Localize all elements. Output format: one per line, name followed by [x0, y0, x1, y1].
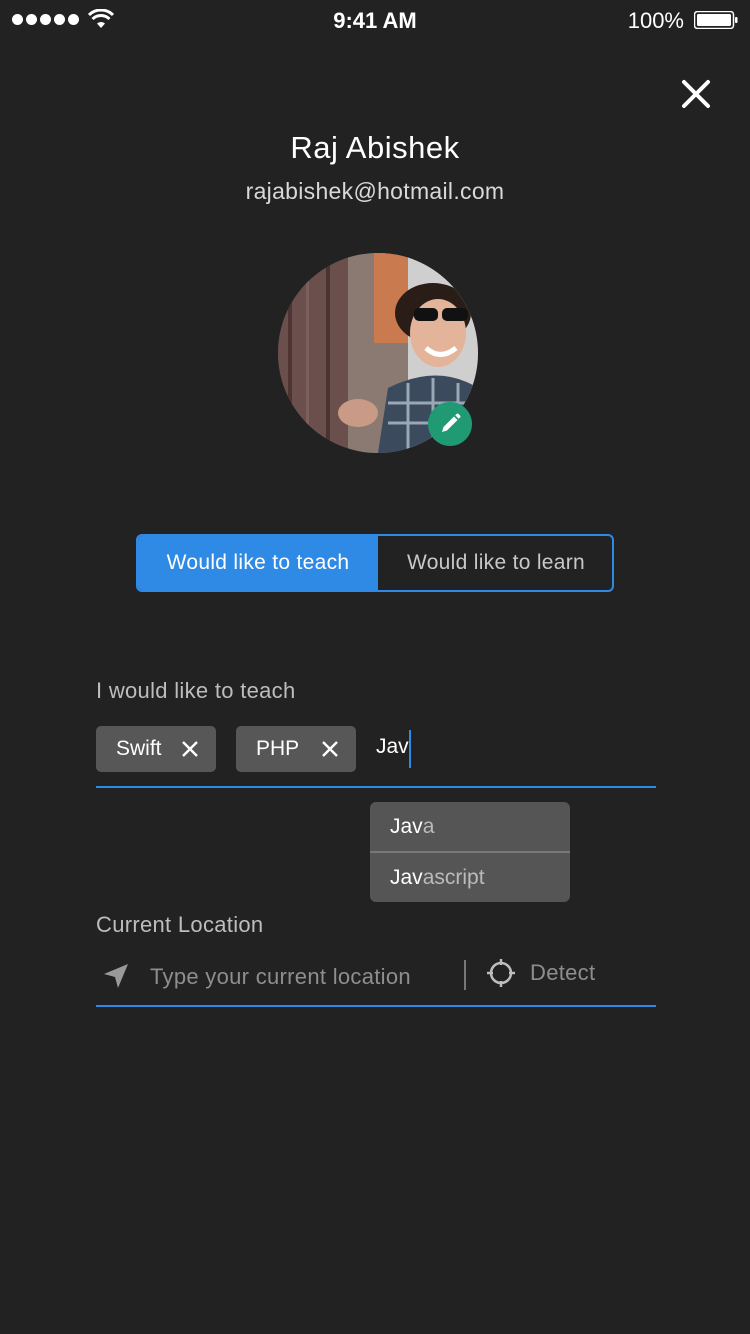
suggestion-match-text: Jav	[390, 814, 423, 838]
suggestion-dropdown: Jav a Jav ascript	[370, 802, 570, 902]
location-section-label: Current Location	[96, 912, 264, 937]
suggestion-rest-text: ascript	[422, 865, 485, 889]
detect-location-button[interactable]: Detect	[486, 958, 595, 988]
skill-input-underline	[96, 786, 656, 788]
text-caret	[409, 730, 411, 768]
detect-label: Detect	[530, 960, 596, 985]
divider	[464, 960, 466, 990]
remove-chip-icon[interactable]	[320, 739, 340, 759]
skill-chip: PHP	[236, 726, 356, 772]
skill-chip-label: Swift	[116, 737, 162, 760]
suggestion-item[interactable]: Jav ascript	[370, 853, 570, 902]
teach-learn-toggle: Would like to teach Would like to learn	[136, 534, 614, 592]
remove-chip-icon[interactable]	[180, 739, 200, 759]
edit-avatar-button[interactable]	[428, 402, 472, 446]
location-input[interactable]	[150, 960, 450, 994]
tab-would-like-to-teach[interactable]: Would like to teach	[138, 536, 378, 590]
teach-section-label: I would like to teach	[96, 678, 296, 703]
location-input-underline	[96, 1005, 656, 1007]
close-icon[interactable]	[676, 74, 716, 114]
crosshair-icon	[487, 959, 515, 987]
profile-email: rajabishek@hotmail.com	[245, 178, 505, 204]
status-bar: 9:41 AM 100%	[0, 0, 750, 40]
tab-would-like-to-learn[interactable]: Would like to learn	[378, 536, 612, 590]
suggestion-item[interactable]: Jav a	[370, 802, 570, 851]
skill-chip: Swift	[96, 726, 216, 772]
skill-chip-label: PHP	[256, 737, 300, 760]
navigation-arrow-icon	[104, 964, 128, 988]
suggestion-rest-text: a	[422, 814, 435, 838]
battery-icon	[694, 11, 738, 29]
profile-name: Raj Abishek	[290, 130, 460, 165]
skill-input[interactable]: Jav	[376, 735, 409, 759]
suggestion-match-text: Jav	[390, 865, 423, 889]
battery-percentage: 100%	[627, 8, 684, 33]
